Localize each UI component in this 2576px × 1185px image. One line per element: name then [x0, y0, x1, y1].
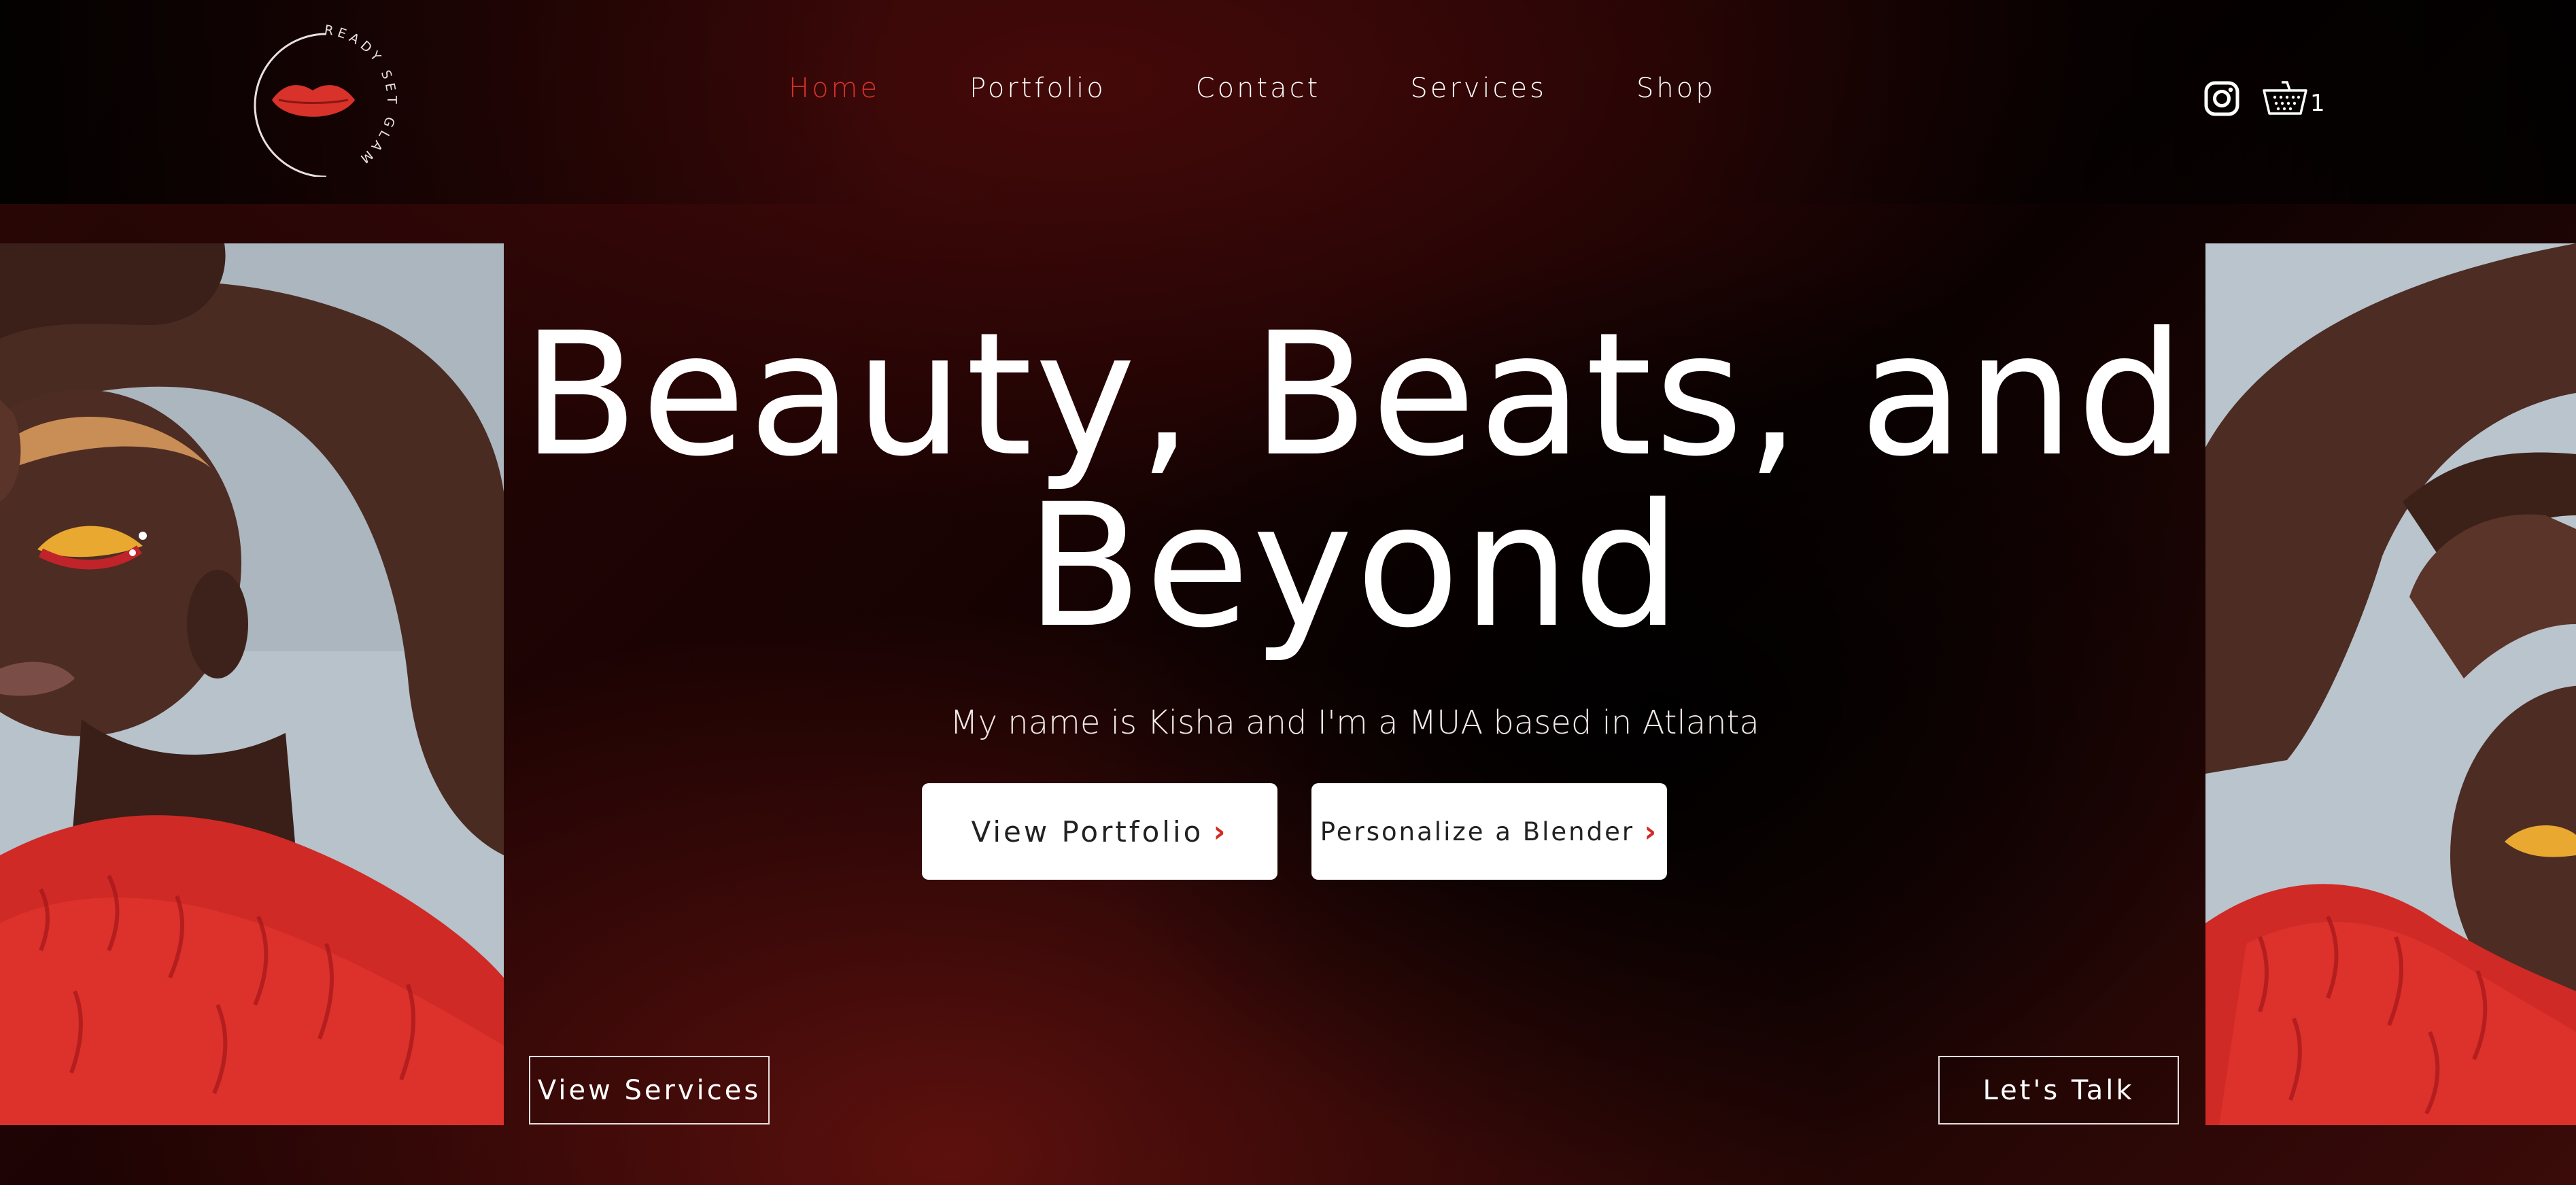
hero-title-line1: Beauty, Beats, and [521, 296, 2188, 494]
view-portfolio-label: View Portfolio [971, 814, 1204, 848]
cart-count: 1 [2310, 90, 2325, 117]
nav-shop[interactable]: Shop [1636, 73, 1716, 104]
ready-set-glam-logo[interactable]: READY SET GLAM [231, 14, 408, 178]
chevron-right-icon: › [1644, 814, 1659, 849]
header-actions: 1 [2203, 71, 2325, 126]
hero-photo-right [2205, 243, 2576, 1125]
instagram-icon[interactable] [2203, 80, 2241, 118]
personalize-blender-button[interactable]: Personalize a Blender › [1311, 783, 1667, 880]
hero-title-line2: Beyond [1025, 467, 1684, 665]
view-services-button[interactable]: View Services [529, 1056, 770, 1124]
hero-photo-left [0, 243, 504, 1125]
hero-subtitle: My name is Kisha and I'm a MUA based in … [950, 704, 1759, 742]
basket-icon[interactable] [2261, 78, 2309, 119]
lets-talk-button[interactable]: Let's Talk [1938, 1056, 2179, 1124]
hero-title: Beauty, Beats, and Beyond [504, 309, 2205, 652]
lips-logo-icon: READY SET GLAM [254, 22, 395, 178]
personalize-blender-label: Personalize a Blender [1320, 817, 1635, 846]
main-nav: Home Portfolio Contact Services Shop [789, 65, 1716, 112]
nav-home[interactable]: Home [789, 73, 880, 104]
chevron-right-icon: › [1213, 814, 1229, 849]
nav-portfolio[interactable]: Portfolio [969, 73, 1106, 104]
nav-services[interactable]: Services [1410, 73, 1547, 104]
nav-contact[interactable]: Contact [1196, 73, 1321, 104]
view-portfolio-button[interactable]: View Portfolio › [922, 783, 1277, 880]
